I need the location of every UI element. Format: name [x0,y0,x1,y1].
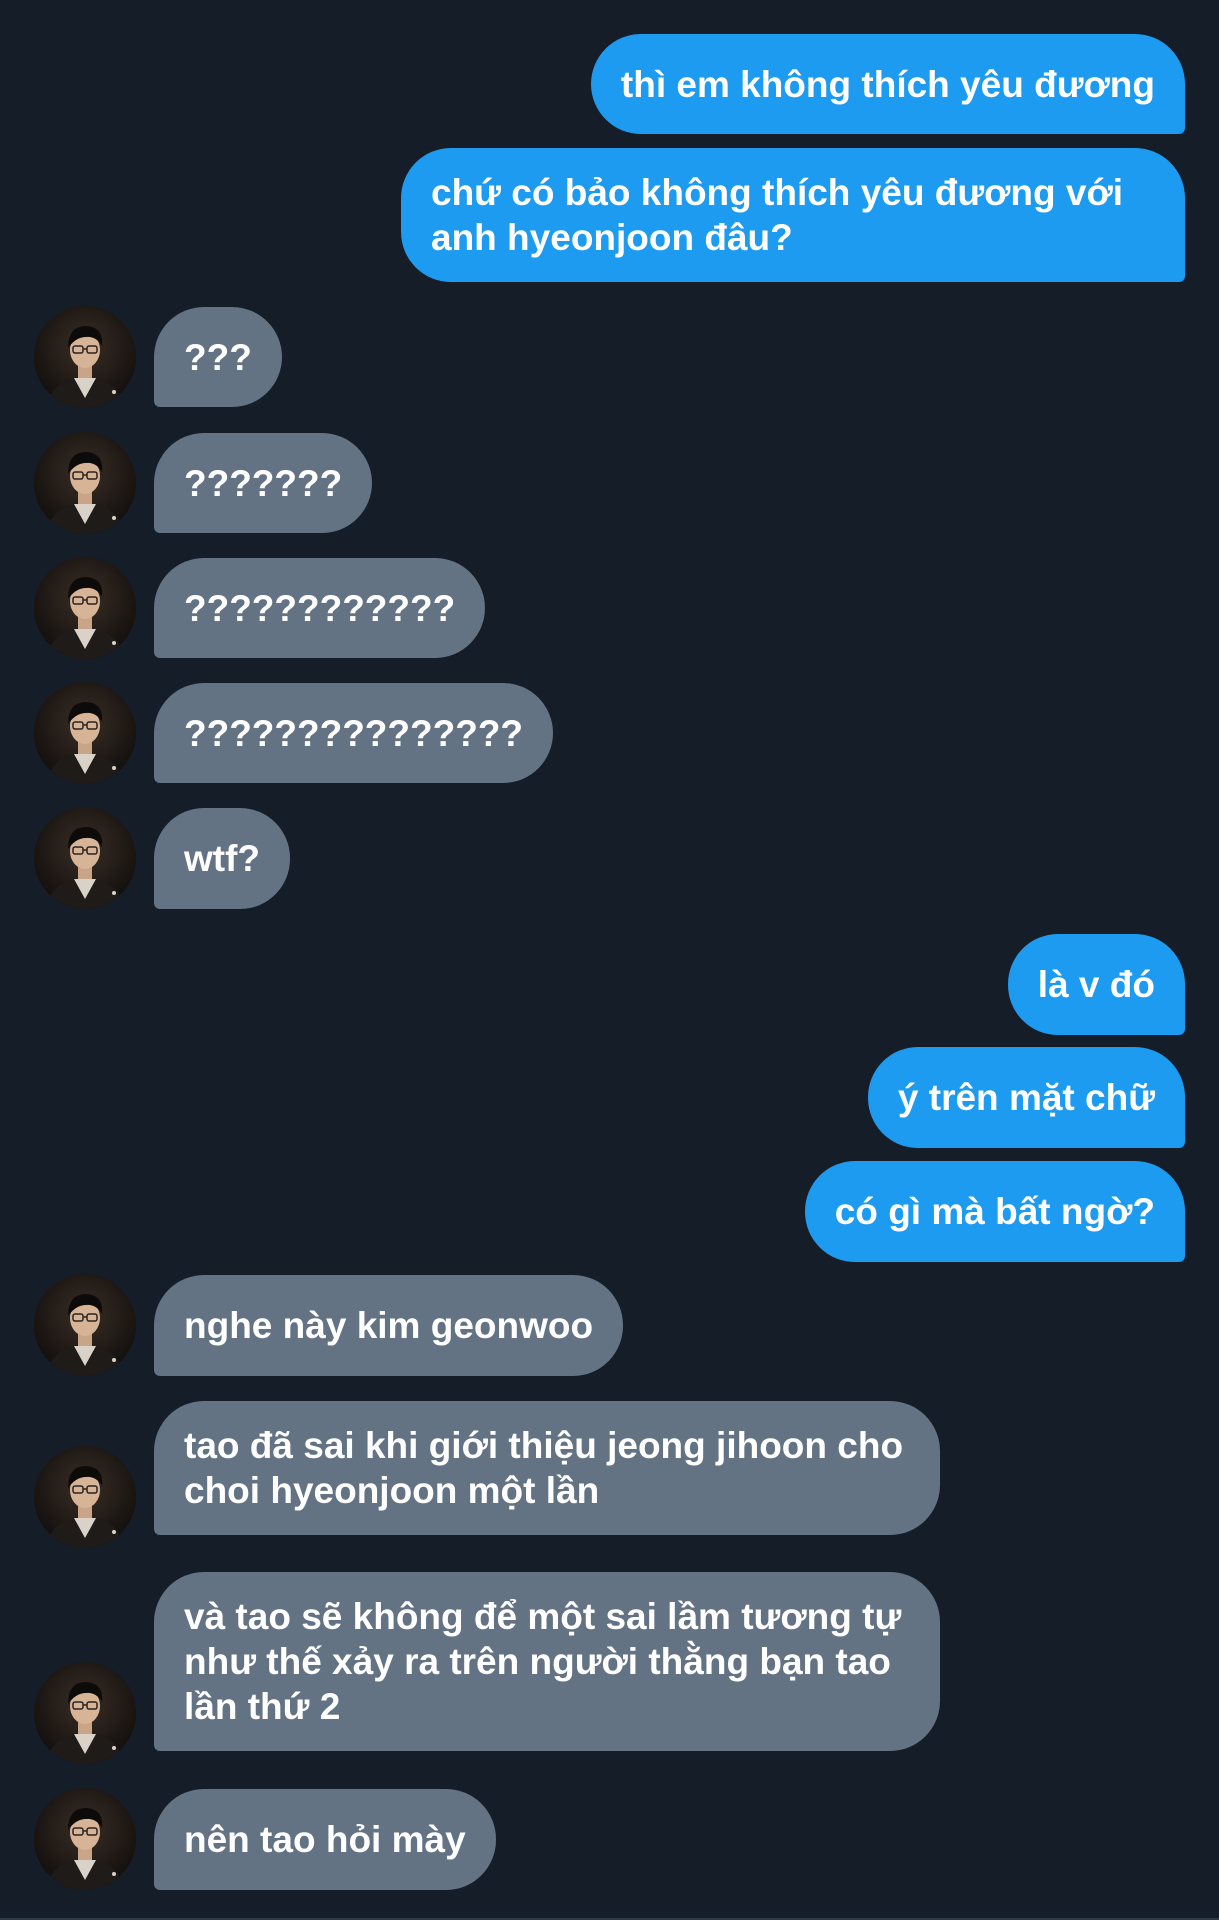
contact-avatar[interactable] [34,306,136,408]
incoming-message[interactable]: ???????????? [154,558,486,658]
outgoing-message[interactable]: chứ có bảo không thích yêu đương với anh… [401,148,1185,282]
incoming-message[interactable]: nên tao hỏi mày [154,1789,496,1890]
conversation-thread: thì em không thích yêu đương chứ có bảo … [0,0,1219,1920]
contact-avatar[interactable] [34,682,136,784]
contact-avatar[interactable] [34,1662,136,1764]
incoming-message[interactable]: và tao sẽ không để một sai lầm tương tự … [154,1572,940,1751]
incoming-message[interactable]: ??????????????? [154,683,554,783]
incoming-message[interactable]: ??????? [154,433,373,533]
contact-avatar[interactable] [34,807,136,909]
outgoing-message[interactable]: có gì mà bất ngờ? [804,1161,1185,1262]
outgoing-message[interactable]: thì em không thích yêu đương [590,34,1185,134]
incoming-message[interactable]: ??? [154,307,282,407]
contact-avatar[interactable] [34,1274,136,1376]
outgoing-message[interactable]: là v đó [1007,934,1185,1035]
incoming-message[interactable]: nghe này kim geonwoo [154,1275,624,1376]
contact-avatar[interactable] [34,432,136,534]
incoming-message[interactable]: tao đã sai khi giới thiệu jeong jihoon c… [154,1401,940,1535]
contact-avatar[interactable] [34,1788,136,1890]
incoming-message[interactable]: wtf? [154,808,291,909]
outgoing-message[interactable]: ý trên mặt chữ [867,1047,1185,1148]
contact-avatar[interactable] [34,557,136,659]
contact-avatar[interactable] [34,1446,136,1548]
